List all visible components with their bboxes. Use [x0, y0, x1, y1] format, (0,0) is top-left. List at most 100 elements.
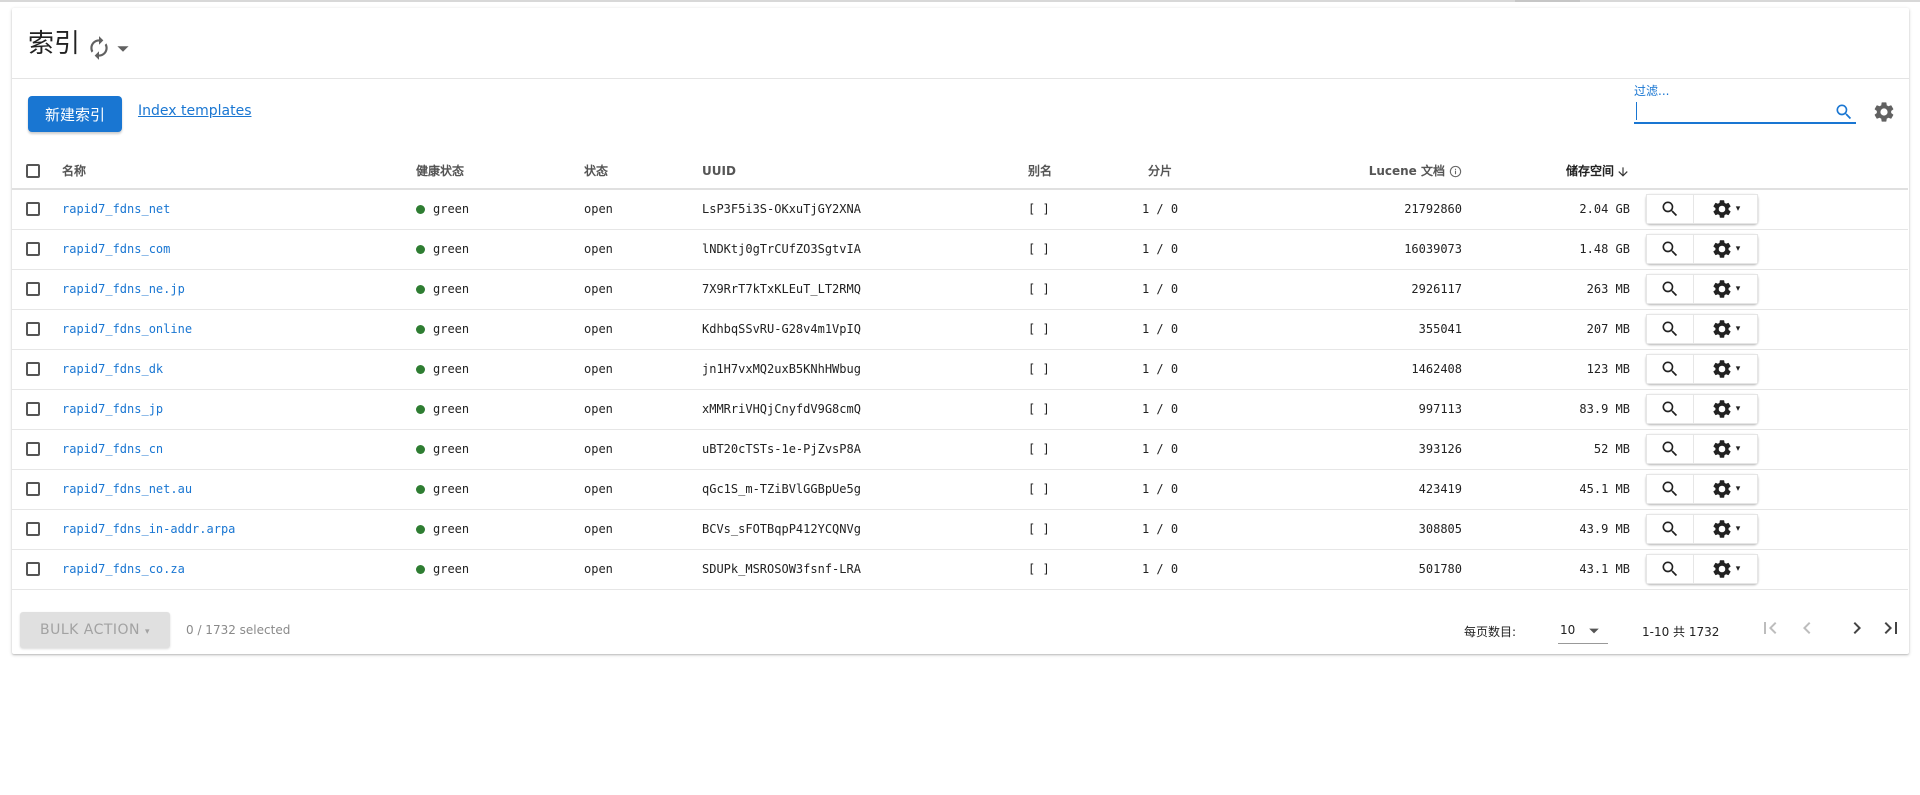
table-row[interactable]: rapid7_fdns_online green open KdhbqSSvRU-G2…	[12, 309, 1908, 350]
table-row[interactable]: rapid7_fdns_dk green open jn1H7vxMQ2uxB5KNh…	[12, 349, 1908, 390]
view-index-button[interactable]	[1646, 234, 1694, 264]
index-name-link[interactable]: rapid7_fdns_net.au	[62, 482, 192, 496]
filter-input[interactable]	[1634, 98, 1856, 124]
col-aliases[interactable]: 别名	[1020, 153, 1100, 190]
view-index-button[interactable]	[1646, 314, 1694, 344]
index-name-link[interactable]: rapid7_fdns_com	[62, 242, 170, 256]
chevron-down-icon[interactable]	[116, 42, 130, 56]
view-index-button[interactable]	[1646, 394, 1694, 424]
table-row[interactable]: rapid7_fdns_ne.jp green open 7X9RrT7kTxKLEu…	[12, 269, 1908, 310]
row-actions: ▾	[1646, 274, 1758, 304]
select-all-checkbox[interactable]	[26, 163, 40, 178]
col-docs[interactable]: Lucene 文档	[1220, 153, 1470, 190]
status-cell: open	[576, 549, 694, 590]
col-name[interactable]: 名称	[54, 153, 408, 190]
col-health[interactable]: 健康状态	[408, 153, 576, 190]
table-row[interactable]: rapid7_fdns_cn green open uBT20cTSTs-1e-PjZ…	[12, 429, 1908, 470]
filter-field: 过滤...	[1634, 82, 1858, 126]
index-name-link[interactable]: rapid7_fdns_jp	[62, 402, 163, 416]
index-settings-button[interactable]: ▾	[1694, 194, 1758, 225]
first-page-icon[interactable]	[1758, 616, 1782, 640]
status-cell: open	[576, 229, 694, 270]
index-settings-button[interactable]: ▾	[1694, 274, 1758, 304]
row-checkbox[interactable]	[26, 242, 40, 256]
index-settings-button[interactable]: ▾	[1694, 354, 1758, 384]
uuid-cell: BCVs_sFOTBqpP412YCQNVg	[694, 509, 1020, 550]
new-index-button[interactable]: 新建索引	[28, 96, 122, 132]
index-templates-link[interactable]: Index templates	[138, 103, 251, 119]
view-index-button[interactable]	[1646, 474, 1694, 504]
info-icon[interactable]	[1449, 165, 1462, 178]
select-all-cell	[12, 153, 54, 190]
indices-card: 索引 新建索引 Index templates 过滤... 名称 健康状态 状态…	[12, 8, 1909, 654]
gear-icon[interactable]	[1872, 100, 1896, 124]
actions-cell: ▾	[1638, 549, 1908, 590]
sort-arrow-down-icon[interactable]	[1616, 165, 1630, 179]
table-row[interactable]: rapid7_fdns_net.au green open qGc1S_m-TZiBV…	[12, 469, 1908, 510]
storage-cell: 1.48 GB	[1470, 229, 1638, 270]
chevron-down-icon: ▾	[144, 627, 151, 637]
per-page-value: 10	[1560, 623, 1576, 637]
row-checkbox[interactable]	[26, 402, 40, 416]
index-name-link[interactable]: rapid7_fdns_in-addr.arpa	[62, 522, 235, 536]
search-icon	[1662, 521, 1678, 537]
view-index-button[interactable]	[1646, 194, 1694, 225]
index-name-link[interactable]: rapid7_fdns_dk	[62, 362, 163, 376]
row-select-cell	[12, 309, 54, 350]
per-page-label: 每页数目:	[1464, 625, 1517, 639]
chevron-down-icon	[1589, 628, 1599, 634]
view-index-button[interactable]	[1646, 274, 1694, 304]
index-settings-button[interactable]: ▾	[1694, 474, 1758, 504]
previous-page-icon[interactable]	[1795, 616, 1819, 640]
view-index-button[interactable]	[1646, 354, 1694, 384]
table-row[interactable]: rapid7_fdns_net green open LsP3F5i3S-OKxuTj…	[12, 189, 1908, 230]
col-uuid[interactable]: UUID	[694, 153, 1020, 190]
aliases-cell: [ ]	[1020, 549, 1100, 590]
health-text: green	[433, 562, 470, 576]
index-name-link[interactable]: rapid7_fdns_online	[62, 322, 192, 336]
view-index-button[interactable]	[1646, 434, 1694, 464]
aliases-cell: [ ]	[1020, 269, 1100, 310]
view-index-button[interactable]	[1646, 554, 1694, 584]
shards-cell: 1 / 0	[1100, 509, 1220, 550]
next-page-icon[interactable]	[1845, 616, 1869, 640]
index-name-link[interactable]: rapid7_fdns_net	[62, 202, 170, 216]
search-icon[interactable]	[1834, 102, 1854, 122]
bulk-action-button: BULK ACTION ▾	[20, 612, 170, 648]
index-settings-button[interactable]: ▾	[1694, 554, 1758, 584]
row-checkbox[interactable]	[26, 282, 40, 296]
index-name-link[interactable]: rapid7_fdns_cn	[62, 442, 163, 456]
index-settings-button[interactable]: ▾	[1694, 514, 1758, 544]
row-checkbox[interactable]	[26, 562, 40, 576]
table-row[interactable]: rapid7_fdns_com green open lNDKtj0gTrCUfZO3…	[12, 229, 1908, 270]
row-checkbox[interactable]	[26, 482, 40, 496]
aliases-cell: [ ]	[1020, 349, 1100, 390]
last-page-icon[interactable]	[1879, 616, 1903, 640]
row-checkbox[interactable]	[26, 362, 40, 376]
table-row[interactable]: rapid7_fdns_in-addr.arpa green open BCVs_sF…	[12, 509, 1908, 550]
view-index-button[interactable]	[1646, 514, 1694, 544]
col-shards[interactable]: 分片	[1100, 153, 1220, 190]
health-text: green	[433, 322, 470, 336]
row-checkbox[interactable]	[26, 522, 40, 536]
index-name-link[interactable]: rapid7_fdns_ne.jp	[62, 282, 185, 296]
col-status[interactable]: 状态	[576, 153, 694, 190]
index-settings-button[interactable]: ▾	[1694, 434, 1758, 464]
table-row[interactable]: rapid7_fdns_co.za green open SDUPk_MSROSOW3…	[12, 549, 1908, 590]
uuid-cell: KdhbqSSvRU-G28v4m1VpIQ	[694, 309, 1020, 350]
col-storage[interactable]: 储存空间	[1470, 153, 1638, 190]
index-settings-button[interactable]: ▾	[1694, 394, 1758, 424]
docs-cell: 393126	[1220, 429, 1470, 470]
table-row[interactable]: rapid7_fdns_jp green open xMMRriVHQjCnyfdV9…	[12, 389, 1908, 430]
index-name-link[interactable]: rapid7_fdns_co.za	[62, 562, 185, 576]
index-settings-button[interactable]: ▾	[1694, 234, 1758, 264]
refresh-icon[interactable]	[86, 35, 112, 61]
row-checkbox[interactable]	[26, 202, 40, 217]
index-settings-button[interactable]: ▾	[1694, 314, 1758, 344]
uuid-cell: lNDKtj0gTrCUfZO3SgtvIA	[694, 229, 1020, 270]
gear-icon	[1713, 440, 1731, 458]
row-checkbox[interactable]	[26, 322, 40, 336]
per-page-select[interactable]: 10	[1558, 616, 1608, 644]
row-checkbox[interactable]	[26, 442, 40, 456]
row-select-cell	[12, 269, 54, 310]
